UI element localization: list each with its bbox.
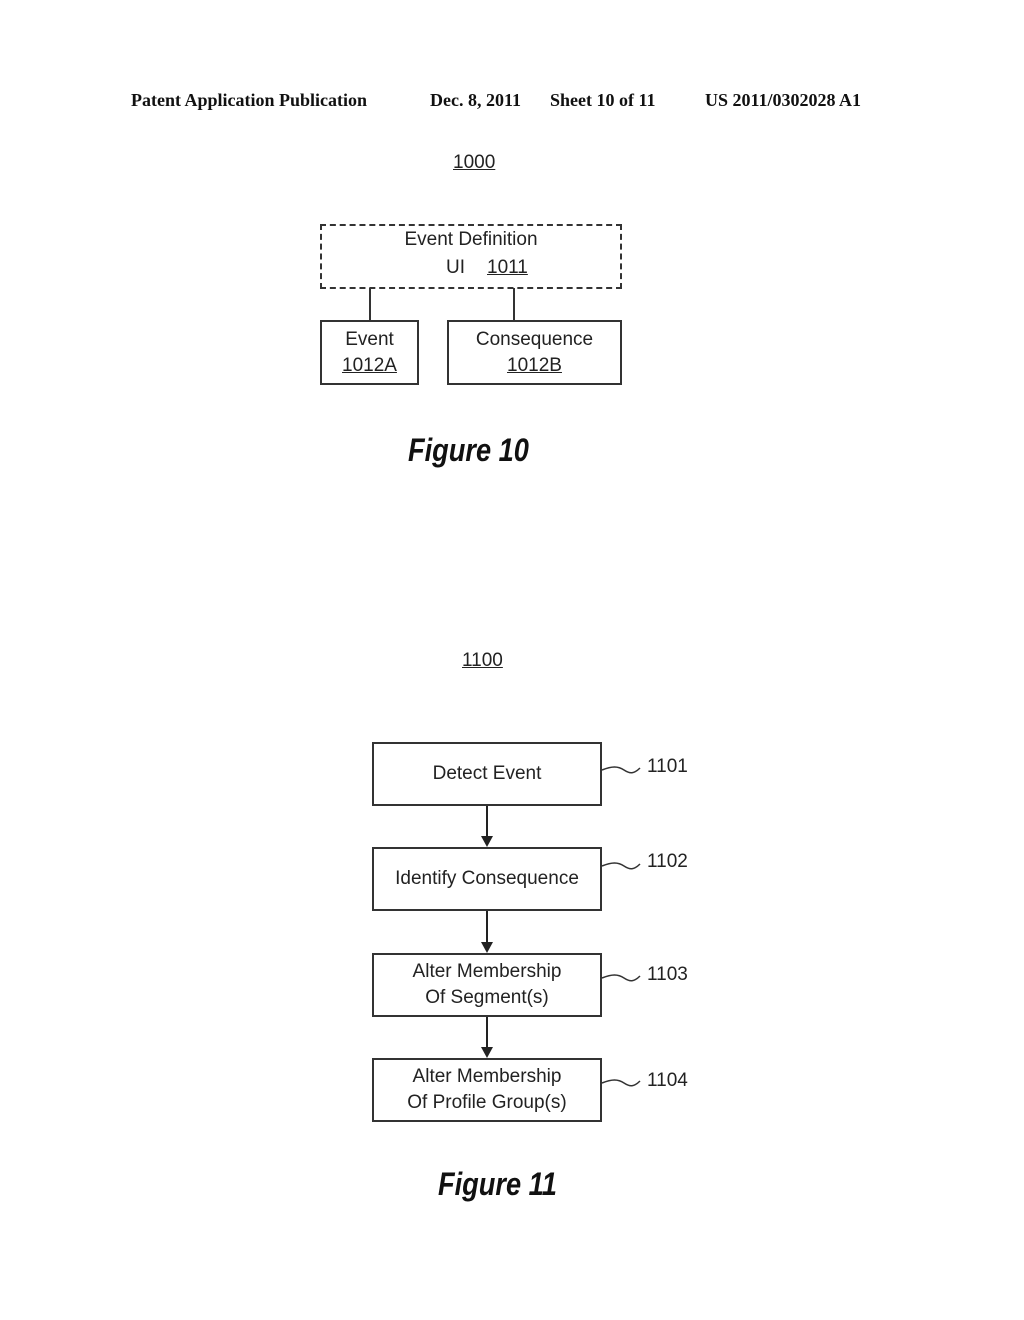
consequence-box: Consequence 1012B bbox=[447, 320, 622, 385]
step-label-line1: Alter Membership bbox=[412, 961, 562, 982]
step-identify-consequence: Identify Consequence bbox=[372, 847, 602, 911]
consequence-label: Consequence bbox=[475, 328, 594, 350]
figure11-ref: 1100 bbox=[462, 650, 503, 671]
step-label: Detect Event bbox=[432, 763, 542, 784]
connector-lines bbox=[369, 288, 641, 1087]
step-ref-1102: 1102 bbox=[647, 851, 688, 872]
consequence-ref: 1012B bbox=[507, 354, 562, 376]
event-ref: 1012A bbox=[342, 354, 397, 376]
step-label-line2: Of Segment(s) bbox=[425, 987, 549, 1008]
step-ref-1104: 1104 bbox=[647, 1070, 688, 1091]
ui-label: UI bbox=[446, 257, 465, 278]
ref-leaders bbox=[601, 766, 641, 1087]
flow-arrows bbox=[481, 806, 493, 1058]
event-definition-title: Event Definition bbox=[404, 229, 538, 250]
event-label: Event bbox=[345, 328, 394, 350]
step-label-line1: Alter Membership bbox=[412, 1066, 562, 1087]
figure11-caption: Figure 11 bbox=[438, 1166, 557, 1202]
step-ref-1101: 1101 bbox=[647, 756, 688, 777]
ui-ref: 1011 bbox=[487, 257, 528, 278]
step-alter-profile-group-membership: Alter Membership Of Profile Group(s) bbox=[372, 1058, 602, 1122]
step-detect-event: Detect Event bbox=[372, 742, 602, 806]
step-label-line2: Of Profile Group(s) bbox=[407, 1092, 567, 1113]
step-label: Identify Consequence bbox=[395, 868, 579, 889]
figure10-caption: Figure 10 bbox=[408, 432, 529, 468]
event-box: Event 1012A bbox=[320, 320, 419, 385]
step-ref-1103: 1103 bbox=[647, 964, 688, 985]
step-alter-segment-membership: Alter Membership Of Segment(s) bbox=[372, 953, 602, 1017]
